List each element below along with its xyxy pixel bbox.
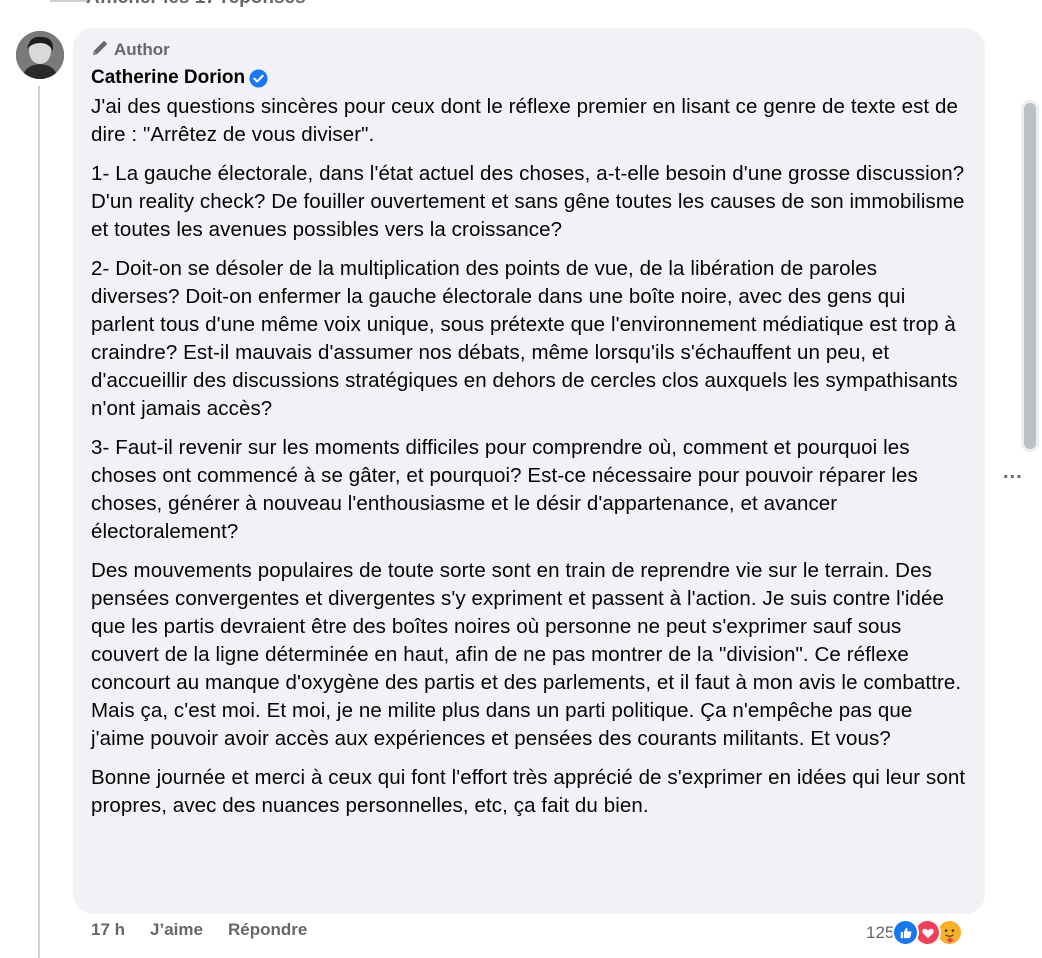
avatar-photo [16,31,64,79]
view-more-replies-link[interactable]: Afficher les 17 réponses [86,0,306,9]
thread-line-top [50,0,88,2]
comment-paragraph: 1- La gauche électorale, dans l'état act… [91,162,965,241]
author-name[interactable]: Catherine Dorion [91,67,245,89]
like-icon [892,919,920,946]
comment-paragraph: 2- Doit-on se désoler de la multiplicati… [91,257,958,420]
comment-actions: 17 h J’aime Répondre [91,920,307,940]
verified-badge-icon [249,68,268,88]
comment-bubble: Author Catherine Dorion J'ai des questio… [73,28,985,914]
comment-paragraph: 3- Faut-il revenir sur les moments diffi… [91,436,918,543]
like-button[interactable]: J’aime [150,920,203,940]
reaction-count: 125 [866,922,895,942]
thread-line [38,86,40,958]
comment-paragraph: J'ai des questions sincères pour ceux do… [91,95,959,146]
avatar[interactable] [16,31,64,79]
author-badge-label: Author [114,40,170,59]
comment-body: J'ai des questions sincères pour ceux do… [91,93,967,820]
reactions-summary[interactable]: 125 [866,919,964,946]
reply-button[interactable]: Répondre [228,920,307,940]
more-options-icon[interactable]: ... [1003,461,1023,484]
scrollbar-thumb[interactable] [1021,100,1039,452]
comment-timestamp[interactable]: 17 h [91,920,125,940]
comment-paragraph: Des mouvements populaires de toute sorte… [91,559,962,750]
author-badge: Author [91,39,967,61]
comment-paragraph: Bonne journée et merci à ceux qui font l… [91,766,966,817]
pencil-icon [91,39,109,62]
